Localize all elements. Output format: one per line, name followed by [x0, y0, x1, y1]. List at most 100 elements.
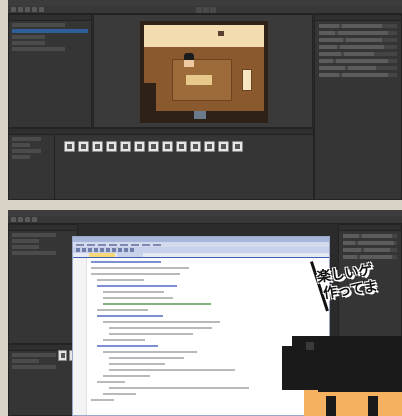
- character-left-eye: [326, 396, 336, 416]
- menu-item[interactable]: [76, 243, 84, 246]
- script-asset-icon[interactable]: [232, 141, 243, 152]
- menu-item[interactable]: [142, 243, 150, 246]
- character-face: [304, 390, 402, 416]
- hand-tool-button[interactable]: [11, 217, 16, 222]
- inspector-tab[interactable]: [315, 15, 401, 21]
- hierarchy-row[interactable]: [12, 41, 45, 45]
- character-fringe: [318, 380, 402, 392]
- pixel-character-illustration: [282, 336, 402, 416]
- inspector-field[interactable]: [319, 73, 397, 77]
- folder-row[interactable]: [12, 137, 42, 141]
- folder-row[interactable]: [12, 365, 57, 369]
- toolbar-icon[interactable]: [76, 248, 80, 252]
- inspector-field[interactable]: [343, 248, 397, 252]
- toolbar-icon[interactable]: [112, 248, 116, 252]
- toolbar-icon[interactable]: [82, 248, 86, 252]
- hierarchy-tab[interactable]: [9, 225, 77, 231]
- inspector-field[interactable]: [319, 38, 397, 42]
- script-asset-icon[interactable]: [148, 141, 159, 152]
- hand-tool-button[interactable]: [11, 7, 16, 12]
- hierarchy-row[interactable]: [12, 23, 66, 27]
- project-panel: [8, 344, 78, 416]
- hierarchy-panel: [8, 224, 78, 344]
- character-right-eye: [368, 396, 378, 416]
- folder-row[interactable]: [12, 149, 42, 153]
- script-asset-icon[interactable]: [134, 141, 145, 152]
- move-tool-button[interactable]: [18, 217, 23, 222]
- pause-button[interactable]: [203, 7, 209, 13]
- folder-row[interactable]: [12, 155, 30, 159]
- toolbar-icon[interactable]: [94, 248, 98, 252]
- script-asset-icon[interactable]: [92, 141, 103, 152]
- project-folder-tree[interactable]: [9, 135, 55, 200]
- menu-item[interactable]: [153, 243, 161, 246]
- hierarchy-panel: [8, 14, 92, 128]
- toolbar-icon[interactable]: [100, 248, 104, 252]
- character-hair-side: [282, 346, 296, 390]
- inspector-field[interactable]: [343, 241, 397, 245]
- player-sprite[interactable]: [184, 53, 194, 67]
- menu-item[interactable]: [87, 243, 95, 246]
- speech-caption: 楽しいゲ 作ってま: [296, 256, 402, 320]
- script-asset-icon[interactable]: [218, 141, 229, 152]
- hierarchy-row[interactable]: [12, 251, 57, 255]
- hierarchy-row[interactable]: [12, 47, 66, 51]
- script-asset-icon[interactable]: [120, 141, 131, 152]
- script-asset-icon[interactable]: [78, 141, 89, 152]
- script-asset-icon[interactable]: [204, 141, 215, 152]
- line-number-gutter: [73, 258, 87, 415]
- toolbar-icon[interactable]: [106, 248, 110, 252]
- room-floor-side: [144, 47, 156, 83]
- hierarchy-tab[interactable]: [9, 15, 91, 21]
- asset-grid: [64, 141, 243, 152]
- unity-editor-window-top: [8, 0, 402, 200]
- inspector-tab[interactable]: [339, 225, 401, 231]
- player-face: [184, 60, 194, 67]
- rect-tool-button[interactable]: [39, 7, 44, 12]
- toolbar-icon[interactable]: [118, 248, 122, 252]
- scene-view[interactable]: [93, 14, 313, 128]
- hierarchy-row[interactable]: [12, 239, 40, 243]
- play-controls: [196, 7, 216, 13]
- menu-item[interactable]: [109, 243, 117, 246]
- tab-active-file[interactable]: [89, 253, 115, 257]
- inspector-field[interactable]: [343, 234, 397, 238]
- play-button[interactable]: [196, 7, 202, 13]
- toolbar-icon[interactable]: [124, 248, 128, 252]
- inspector-field[interactable]: [319, 31, 397, 35]
- rotate-tool-button[interactable]: [25, 217, 30, 222]
- move-tool-button[interactable]: [18, 7, 23, 12]
- room-back-wall: [144, 25, 264, 47]
- script-asset-icon[interactable]: [162, 141, 173, 152]
- inspector-field[interactable]: [319, 24, 397, 28]
- folder-row[interactable]: [12, 143, 30, 147]
- inspector-field[interactable]: [319, 45, 397, 49]
- toolbar: [8, 216, 402, 224]
- menu-item[interactable]: [131, 243, 139, 246]
- toolbar-icon[interactable]: [130, 248, 134, 252]
- step-button[interactable]: [210, 7, 216, 13]
- inspector-field[interactable]: [319, 66, 397, 70]
- menu-item[interactable]: [120, 243, 128, 246]
- rotate-tool-button[interactable]: [25, 7, 30, 12]
- folder-row[interactable]: [12, 353, 57, 357]
- toolbar-icon[interactable]: [88, 248, 92, 252]
- inspector-field[interactable]: [319, 59, 397, 63]
- scale-tool-button[interactable]: [32, 7, 37, 12]
- hierarchy-row[interactable]: [12, 35, 45, 39]
- inspector-field[interactable]: [319, 52, 397, 56]
- hierarchy-row[interactable]: [12, 245, 40, 249]
- inspector-panel: [314, 14, 402, 200]
- hierarchy-row[interactable]: [12, 233, 57, 237]
- tab-file[interactable]: [117, 253, 143, 257]
- script-asset-icon[interactable]: [106, 141, 117, 152]
- scale-tool-button[interactable]: [32, 217, 37, 222]
- hierarchy-row-selected[interactable]: [12, 29, 88, 33]
- menu-item[interactable]: [98, 243, 106, 246]
- project-panel: [8, 128, 314, 200]
- folder-row[interactable]: [12, 359, 40, 363]
- script-asset-icon[interactable]: [176, 141, 187, 152]
- script-asset-icon[interactable]: [190, 141, 201, 152]
- script-asset-icon[interactable]: [58, 350, 67, 361]
- script-asset-icon[interactable]: [64, 141, 75, 152]
